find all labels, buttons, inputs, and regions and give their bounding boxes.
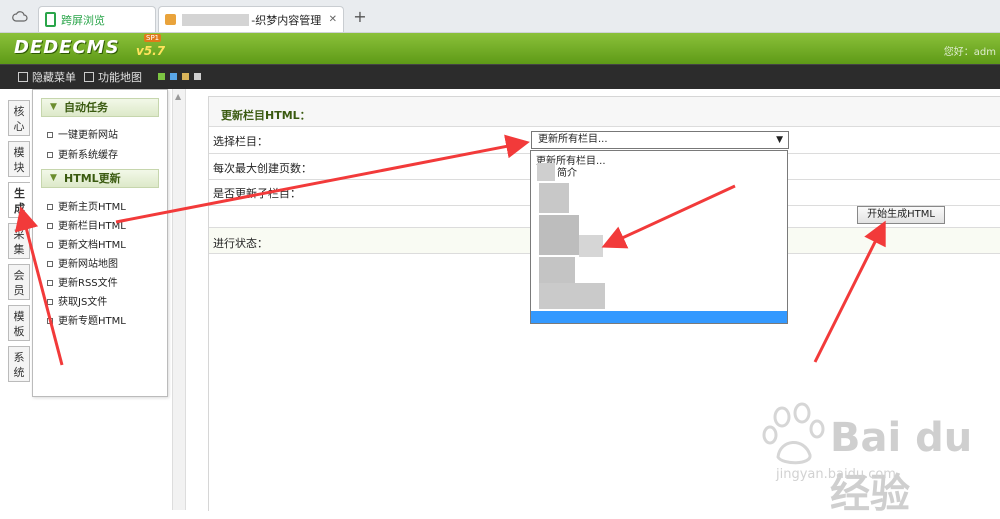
arrow-to-generate-tab (14, 206, 64, 366)
annotation-arrows (14, 134, 886, 366)
arrow-to-start-button (813, 220, 886, 363)
arrow-to-column-select (115, 134, 530, 224)
arrow-to-dropdown-option (601, 184, 736, 249)
